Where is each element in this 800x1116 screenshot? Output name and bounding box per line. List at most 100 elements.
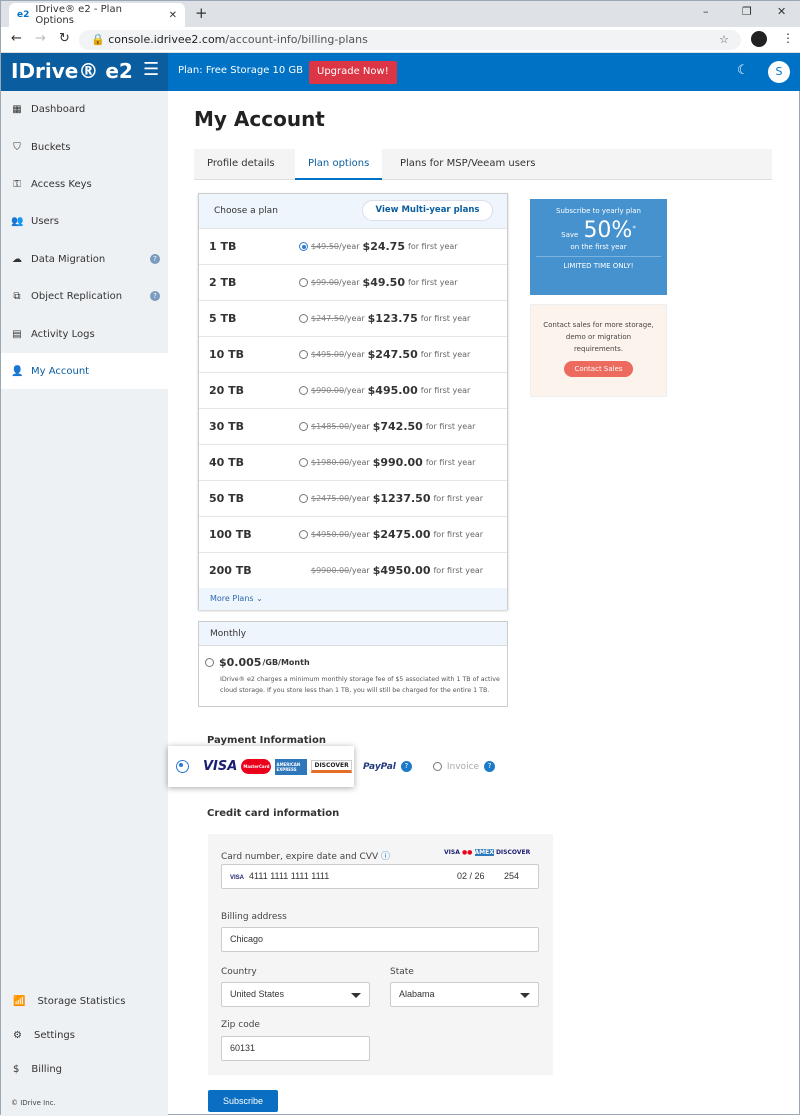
back-icon[interactable]: ← [11, 31, 22, 46]
plan-row[interactable]: 2 TB $99.00/year $49.50 for first year [199, 264, 507, 300]
sidebar-item-settings[interactable]: ⚙ Settings [1, 1017, 168, 1053]
dropdown-caret-icon [351, 993, 361, 1003]
plan-new-price: $2475.00 [372, 528, 431, 541]
sidebar-icon: ⛉ [13, 141, 21, 153]
close-window-icon[interactable]: ✕ [777, 5, 786, 18]
menu-kebab-icon[interactable]: ⋮ [782, 31, 794, 45]
card-payment-option[interactable]: VISA MasterCard AMERICAN EXPRESS DISCOVE… [168, 746, 354, 787]
sidebar-item-label: Billing [31, 1063, 63, 1075]
plan-radio[interactable] [299, 350, 308, 359]
close-tab-icon[interactable]: ✕ [169, 10, 177, 21]
sidebar-item-users[interactable]: 👥 Users [1, 203, 168, 239]
promo-line3: on the first year [570, 243, 627, 251]
plan-radio[interactable] [299, 458, 308, 467]
paypal-help-icon[interactable]: ? [400, 761, 412, 772]
card-brand-icon: VISA [230, 875, 245, 881]
dark-mode-moon-icon[interactable]: ☾ [737, 63, 749, 78]
restore-icon[interactable]: ❐ [742, 5, 752, 18]
plan-new-price: $742.50 [372, 420, 423, 433]
sidebar-item-my-account[interactable]: 👤 My Account [1, 353, 168, 389]
per-year: /year [344, 350, 365, 359]
promo-save: Save [561, 231, 579, 239]
card-radio[interactable] [176, 760, 189, 773]
plan-new-price: $1237.50 [372, 492, 431, 505]
sidebar-icon: ▤ [12, 328, 22, 340]
plan-radio[interactable] [299, 494, 308, 503]
plan-size: 5 TB [209, 312, 237, 325]
plan-row[interactable]: 1 TB $49.50/year $24.75 for first year [199, 228, 507, 264]
plan-new-price: $4950.00 [372, 564, 431, 577]
sidebar-item-access-keys[interactable]: ⚿ Access Keys [1, 166, 168, 202]
sidebar-item-activity-logs[interactable]: ▤ Activity Logs [1, 316, 168, 352]
sidebar-icon: ☁ [12, 253, 22, 265]
card-cvv[interactable]: 254 [504, 871, 519, 881]
plan-radio[interactable] [299, 278, 308, 287]
info-icon[interactable]: ⓘ [381, 852, 390, 862]
bookmark-star-icon[interactable]: ☆ [719, 33, 729, 46]
plan-row[interactable]: 100 TB $4950.00/year $2475.00 for first … [199, 516, 507, 552]
more-plans-link[interactable]: More Plans ⌄ [199, 588, 507, 610]
plan-size: 50 TB [209, 492, 245, 505]
sidebar-item-billing[interactable]: $ Billing [1, 1051, 168, 1087]
plan-radio[interactable] [299, 242, 308, 251]
profile-icon[interactable] [751, 31, 767, 47]
sidebar-item-object-replication[interactable]: ⧉ Object Replication? [1, 278, 168, 314]
sidebar-item-data-migration[interactable]: ☁ Data Migration? [1, 241, 168, 277]
plan-row[interactable]: 30 TB $1485.00/year $742.50 for first ye… [199, 408, 507, 444]
chevron-down-icon: ⌄ [256, 594, 263, 603]
card-label: Card number, expire date and CVV ⓘ [221, 849, 390, 862]
sidebar-item-dashboard[interactable]: ▦ Dashboard [1, 91, 168, 127]
help-icon[interactable]: ? [150, 254, 160, 264]
help-icon[interactable]: ? [150, 291, 160, 301]
subscribe-button[interactable]: Subscribe [208, 1090, 278, 1112]
forward-icon[interactable]: → [35, 31, 46, 46]
zip-input[interactable]: 60131 [221, 1036, 370, 1061]
per-year: /year [339, 242, 360, 251]
plan-radio[interactable] [299, 422, 308, 431]
paypal-option[interactable]: PayPal [363, 762, 396, 772]
billing-label: Billing address [221, 912, 287, 922]
plan-radio[interactable] [299, 314, 308, 323]
plan-list: Choose a plan View Multi-year plans More… [198, 193, 508, 610]
user-avatar[interactable]: S [768, 61, 790, 83]
minimize-icon[interactable]: – [703, 5, 709, 18]
plan-row[interactable]: 40 TB $1980.00/year $990.00 for first ye… [199, 444, 507, 480]
plan-old-price: $49.50 [311, 242, 339, 251]
view-multi-year-plans-button[interactable]: View Multi-year plans [362, 200, 493, 221]
state-value: Alabama [399, 989, 435, 999]
state-select[interactable]: Alabama [390, 982, 539, 1007]
upgrade-button[interactable]: Upgrade Now! [309, 61, 397, 84]
for-first-year: for first year [433, 494, 484, 503]
invoice-radio[interactable] [432, 762, 442, 771]
card-number-input[interactable]: VISA 4111 1111 1111 1111 02 / 26 254 [221, 864, 539, 889]
app-header: IDrive® e2 ☰ Plan: Free Storage 10 GB Up… [1, 53, 800, 91]
tab-plans-msp-veeam[interactable]: Plans for MSP/Veeam users [400, 158, 535, 169]
new-tab-icon[interactable]: + [195, 4, 208, 22]
url-input[interactable]: 🔒 console.idrivee2.com/account-info/bill… [79, 30, 741, 50]
plan-row[interactable]: 10 TB $495.00/year $247.50 for first yea… [199, 336, 507, 372]
plan-new-price: $495.00 [367, 384, 418, 397]
tab-profile-details[interactable]: Profile details [207, 158, 275, 169]
monthly-radio[interactable] [205, 658, 214, 667]
contact-sales-button[interactable]: Contact Sales [564, 361, 633, 377]
per-year: /year [349, 458, 370, 467]
hamburger-menu-icon[interactable]: ☰ [143, 59, 159, 80]
country-select[interactable]: United States [221, 982, 370, 1007]
billing-address-input[interactable]: Chicago [221, 927, 539, 952]
tab-plan-options[interactable]: Plan options [295, 149, 383, 180]
sidebar-icon: ⚙ [13, 1029, 22, 1041]
plan-radio[interactable] [299, 530, 308, 539]
browser-tab[interactable]: e2 IDrive® e2 - Plan Options ✕ [9, 3, 185, 27]
invoice-option[interactable]: Invoice [447, 762, 479, 772]
plan-size: 200 TB [209, 564, 252, 577]
plan-row[interactable]: 20 TB $990.00/year $495.00 for first yea… [199, 372, 507, 408]
plan-row[interactable]: 200 TB $9900.00/year $4950.00 for first … [199, 552, 507, 588]
sidebar-item-storage-statistics[interactable]: 📶 Storage Statistics [1, 983, 168, 1019]
plan-row[interactable]: 50 TB $2475.00/year $1237.50 for first y… [199, 480, 507, 516]
card-expiry[interactable]: 02 / 26 [457, 871, 485, 881]
reload-icon[interactable]: ↻ [59, 31, 70, 46]
plan-row[interactable]: 5 TB $247.50/year $123.75 for first year [199, 300, 507, 336]
plan-radio[interactable] [299, 386, 308, 395]
invoice-help-icon[interactable]: ? [484, 761, 496, 772]
sidebar-item-buckets[interactable]: ⛉ Buckets [1, 129, 168, 165]
